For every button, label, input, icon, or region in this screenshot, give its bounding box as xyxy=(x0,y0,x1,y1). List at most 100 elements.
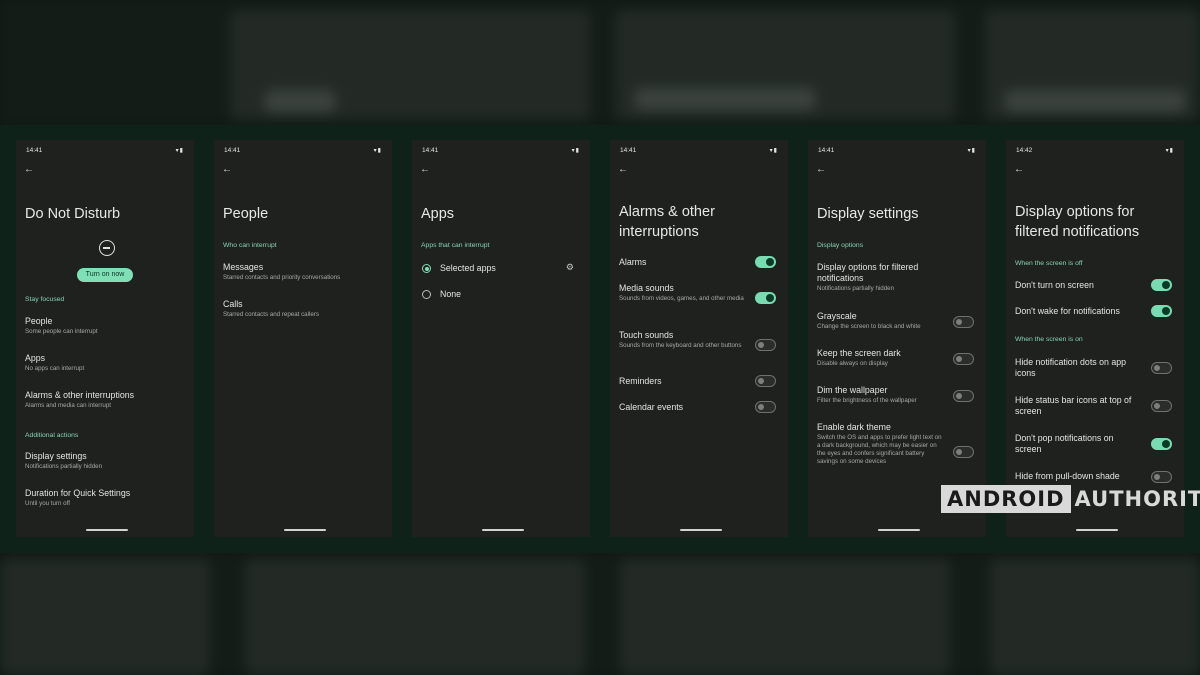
list-item-people[interactable]: People Some people can interrupt xyxy=(25,316,186,336)
list-item-display-settings[interactable]: Display settings Notifications partially… xyxy=(25,451,186,471)
home-indicator[interactable] xyxy=(482,529,524,531)
list-item-grayscale: Grayscale Change the screen to black and… xyxy=(817,311,944,331)
list-item-filtered-notifications[interactable]: Display options for filtered notificatio… xyxy=(817,262,966,293)
status-time: 14:41 xyxy=(26,147,43,154)
turn-on-now-button[interactable]: Turn on now xyxy=(77,268,133,282)
item-title: Hide notification dots on app icons xyxy=(1015,357,1127,378)
item-subtitle: Sounds from the keyboard and other butto… xyxy=(619,342,742,349)
reminders-toggle[interactable] xyxy=(755,375,776,387)
calendar-events-toggle[interactable] xyxy=(755,401,776,413)
radio-selected-apps[interactable] xyxy=(422,264,431,273)
watermark-plain-text: AUTHORITY xyxy=(1074,487,1200,511)
list-item-dont-turn-on-screen: Don't turn on screen xyxy=(1015,280,1142,291)
media-sounds-toggle[interactable] xyxy=(755,292,776,304)
list-item-apps[interactable]: Apps No apps can interrupt xyxy=(25,353,186,373)
item-title: Reminders xyxy=(619,376,662,386)
android-authority-watermark: ANDROID AUTHORITY xyxy=(941,485,1200,513)
item-title: Don't turn on screen xyxy=(1015,280,1094,290)
radio-label: Selected apps xyxy=(440,263,496,273)
list-item-alarms[interactable]: Alarms & other interruptions Alarms and … xyxy=(25,390,186,410)
wifi-battery-icon: ▾▮ xyxy=(967,148,976,154)
status-bar: 14:41 ▾▮ xyxy=(422,147,580,157)
watermark-boxed-text: ANDROID xyxy=(941,485,1071,513)
home-indicator[interactable] xyxy=(878,529,920,531)
back-arrow-icon[interactable]: ← xyxy=(24,164,34,175)
list-item-duration[interactable]: Duration for Quick Settings Until you tu… xyxy=(25,488,186,508)
item-subtitle: Alarms and media can interrupt xyxy=(25,402,111,409)
list-item-media-sounds: Media sounds Sounds from videos, games, … xyxy=(619,283,746,303)
item-title: Enable dark theme xyxy=(817,422,891,432)
item-subtitle: Change the screen to black and white xyxy=(817,323,921,330)
page-title: Alarms & other interruptions xyxy=(619,204,715,240)
item-title: Don't pop notifications on screen xyxy=(1015,433,1114,454)
item-subtitle: Disable always on display xyxy=(817,360,888,367)
list-item-alarms: Alarms xyxy=(619,257,746,268)
item-title: Display settings xyxy=(25,451,87,461)
do-not-disturb-icon xyxy=(99,240,115,256)
home-indicator[interactable] xyxy=(680,529,722,531)
dont-pop-toggle[interactable] xyxy=(1151,438,1172,450)
list-item-calls[interactable]: Calls Starred contacts and repeat caller… xyxy=(223,299,384,319)
status-bar: 14:41 ▾▮ xyxy=(26,147,184,157)
status-time: 14:41 xyxy=(422,147,439,154)
item-subtitle: Starred contacts and repeat callers xyxy=(223,311,319,318)
status-time: 14:41 xyxy=(224,147,241,154)
touch-sounds-toggle[interactable] xyxy=(755,339,776,351)
list-item-messages[interactable]: Messages Starred contacts and priority c… xyxy=(223,262,384,282)
page-title: People xyxy=(223,206,269,222)
home-indicator[interactable] xyxy=(1076,529,1118,531)
status-bar: 14:41 ▾▮ xyxy=(818,147,976,157)
screen-do-not-disturb: 14:41 ▾▮ ← Do Not Disturb Turn on now St… xyxy=(16,140,194,537)
back-arrow-icon[interactable]: ← xyxy=(618,164,628,175)
section-header: Stay focused xyxy=(25,296,65,303)
list-item-dark-theme: Enable dark theme Switch the OS and apps… xyxy=(817,422,944,466)
back-arrow-icon[interactable]: ← xyxy=(420,164,430,175)
page-title: Do Not Disturb xyxy=(25,206,121,222)
hide-shade-toggle[interactable] xyxy=(1151,471,1172,483)
grayscale-toggle[interactable] xyxy=(953,316,974,328)
home-indicator[interactable] xyxy=(284,529,326,531)
back-arrow-icon[interactable]: ← xyxy=(816,164,826,175)
radio-label: None xyxy=(440,289,462,299)
radio-none[interactable] xyxy=(422,290,431,299)
wifi-battery-icon: ▾▮ xyxy=(1165,148,1174,154)
item-title: Keep the screen dark xyxy=(817,348,901,358)
list-item-hide-shade: Hide from pull-down shade xyxy=(1015,471,1142,482)
back-arrow-icon[interactable]: ← xyxy=(222,164,232,175)
item-title: Calendar events xyxy=(619,402,684,412)
status-time: 14:41 xyxy=(620,147,637,154)
section-header: Display options xyxy=(817,242,864,249)
screen-people: 14:41 ▾▮ ← People Who can interrupt Mess… xyxy=(214,140,392,537)
section-header: Who can interrupt xyxy=(223,242,277,249)
screen-alarms: 14:41 ▾▮ ← Alarms & other interruptions … xyxy=(610,140,788,537)
item-subtitle: Notifications partially hidden xyxy=(25,463,103,470)
wifi-battery-icon: ▾▮ xyxy=(175,148,184,154)
dark-theme-toggle[interactable] xyxy=(953,446,974,458)
blurred-background-top xyxy=(0,0,1200,125)
item-title: Alarms xyxy=(619,257,647,267)
dont-wake-toggle[interactable] xyxy=(1151,305,1172,317)
list-item-dim-wallpaper: Dim the wallpaper Filter the brightness … xyxy=(817,385,944,405)
status-bar: 14:41 ▾▮ xyxy=(620,147,778,157)
hide-dots-toggle[interactable] xyxy=(1151,362,1172,374)
gear-icon[interactable]: ⚙ xyxy=(566,262,574,273)
section-header: Additional actions xyxy=(25,432,79,439)
keep-screen-dark-toggle[interactable] xyxy=(953,353,974,365)
dont-turn-on-screen-toggle[interactable] xyxy=(1151,279,1172,291)
item-subtitle: Starred contacts and priority conversati… xyxy=(223,274,341,281)
alarms-toggle[interactable] xyxy=(755,256,776,268)
item-title: Media sounds xyxy=(619,283,674,293)
hide-status-bar-toggle[interactable] xyxy=(1151,400,1172,412)
item-title: Touch sounds xyxy=(619,330,674,340)
back-arrow-icon[interactable]: ← xyxy=(1014,164,1024,175)
blurred-background-bottom xyxy=(0,553,1200,675)
status-time: 14:42 xyxy=(1016,147,1033,154)
item-title: Display options for filtered notificatio… xyxy=(817,262,919,283)
item-title: Duration for Quick Settings xyxy=(25,488,131,498)
home-indicator[interactable] xyxy=(86,529,128,531)
item-title: Dim the wallpaper xyxy=(817,385,888,395)
item-title: Alarms & other interruptions xyxy=(25,390,135,400)
item-title: Grayscale xyxy=(817,311,857,321)
dim-wallpaper-toggle[interactable] xyxy=(953,390,974,402)
item-title: Don't wake for notifications xyxy=(1015,306,1120,316)
